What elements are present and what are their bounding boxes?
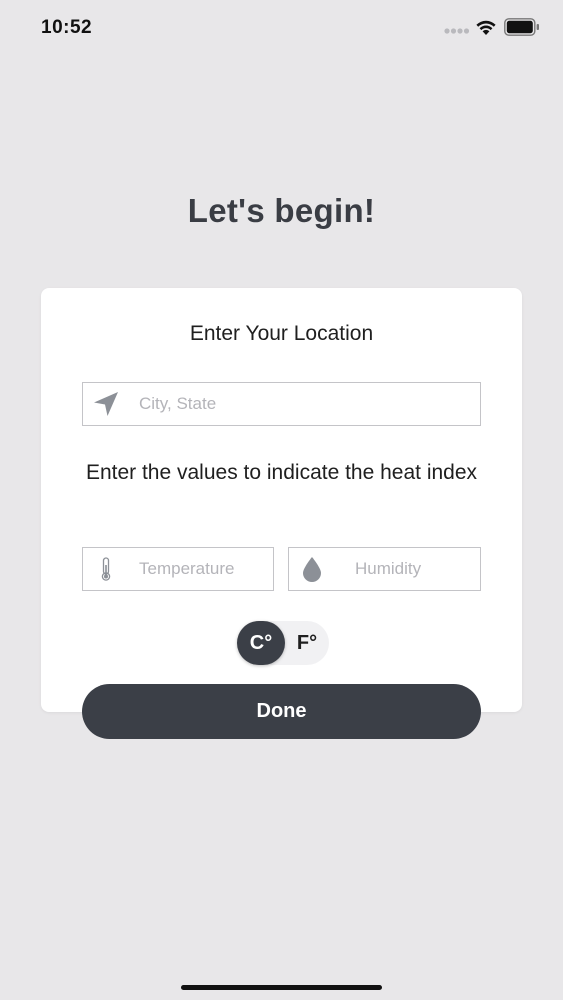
page-title: Let's begin!	[187, 192, 376, 229]
battery-icon	[504, 18, 539, 36]
unit-fahrenheit-option[interactable]: F°	[289, 621, 325, 665]
water-drop-icon	[303, 557, 321, 582]
humidity-field[interactable]	[288, 547, 481, 591]
navigation-arrow-icon	[94, 392, 118, 416]
done-button[interactable]: Done	[82, 684, 481, 739]
wifi-icon	[476, 20, 496, 35]
heat-index-heading: Enter the values to indicate the heat in…	[85, 461, 478, 484]
location-field[interactable]	[82, 382, 481, 426]
temperature-input[interactable]	[139, 548, 273, 590]
screen: 10:52 Let's begin! Enter Your Location E	[0, 0, 563, 1000]
cellular-signal-icon	[444, 28, 470, 34]
home-indicator	[181, 985, 382, 990]
temperature-field[interactable]	[82, 547, 274, 591]
unit-celsius-option[interactable]: C°	[237, 621, 285, 665]
unit-toggle[interactable]: C° F°	[237, 621, 329, 665]
status-bar: 10:52	[0, 0, 563, 56]
status-time: 10:52	[41, 17, 93, 38]
humidity-input[interactable]	[355, 548, 480, 590]
input-card: Enter Your Location Enter the values to …	[41, 288, 522, 712]
location-input[interactable]	[139, 383, 480, 425]
location-heading: Enter Your Location	[189, 322, 374, 345]
thermometer-icon	[101, 557, 111, 581]
